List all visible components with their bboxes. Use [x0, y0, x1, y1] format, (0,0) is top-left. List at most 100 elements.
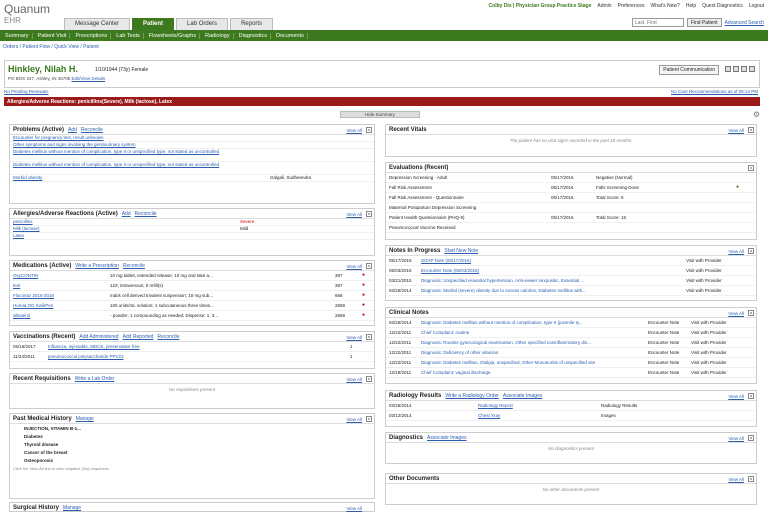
patient-dob: 1/10/1944 (73y) Female — [95, 67, 149, 73]
collapse-icon[interactable]: x — [748, 310, 754, 316]
quest-link[interactable]: Quest Diagnostics — [702, 3, 743, 9]
reconcile-vacc-link[interactable]: Reconcile — [157, 334, 179, 340]
meds-view-all[interactable]: View All — [346, 264, 362, 269]
hide-summary-button[interactable]: Hide Summary — [340, 111, 420, 118]
fax-icon[interactable] — [741, 66, 747, 72]
collapse-icon[interactable]: x — [748, 165, 754, 171]
pending-renewals[interactable]: No Pending Renewals — [4, 89, 49, 94]
eval-row: Maternal Postpartum Depression Screening — [386, 203, 756, 213]
collapse-icon[interactable]: x — [748, 127, 754, 133]
write-lab-order-link[interactable]: Write a Lab Order — [75, 376, 115, 382]
patient-communication-select[interactable]: Patient Communication — [659, 65, 719, 75]
add-reported-link[interactable]: Add Reported — [123, 334, 154, 340]
problem-row[interactable]: Other symptoms and signs involving the g… — [10, 142, 374, 149]
help-link[interactable]: Help — [686, 3, 696, 9]
preferences-link[interactable]: Preferences — [618, 3, 645, 9]
otherdocs-view-all[interactable]: View All — [728, 477, 744, 482]
write-prescription-link[interactable]: Write a Prescription — [75, 263, 119, 269]
logout-link[interactable]: Logout — [749, 3, 764, 9]
add-administered-link[interactable]: Add Administered — [79, 334, 118, 340]
vitals-view-all[interactable]: View All — [728, 128, 744, 133]
clin-title: Clinical Notes — [389, 310, 429, 316]
reconcile-allergy-link[interactable]: Reconcile — [135, 211, 157, 217]
nav-radiology[interactable]: Radiology — [202, 32, 234, 39]
patient-name: Hinkley, Nilah H. — [8, 64, 78, 74]
patient-header: Hinkley, Nilah H. PO BOX 247, Ashley, IN… — [4, 60, 760, 88]
rad-associate-images-link[interactable]: Associate Images — [503, 393, 542, 399]
whats-new-link[interactable]: What's New? — [651, 3, 680, 9]
stop-icon[interactable]: ● — [362, 313, 368, 318]
req-view-all[interactable]: View All — [346, 377, 362, 382]
collapse-icon[interactable]: x — [366, 416, 372, 422]
advanced-search-link[interactable]: Advanced Search — [725, 20, 764, 26]
breadcrumb[interactable]: Orders / Patient Flow / Quick View / Pat… — [3, 44, 99, 50]
care-recommendations[interactable]: No Care Recommendations as of 05:14 PM — [671, 89, 758, 94]
start-new-note-link[interactable]: Start New Note — [444, 248, 478, 254]
clin-view-all[interactable]: View All — [728, 311, 744, 316]
print-icon[interactable] — [733, 66, 739, 72]
nav-patient-visit[interactable]: Patient Visit — [35, 32, 71, 39]
edit-icon[interactable] — [725, 66, 731, 72]
edit-details-link[interactable]: Edit/View Details — [71, 76, 105, 81]
collapse-icon[interactable]: x — [748, 248, 754, 254]
nav-summary[interactable]: Summary — [2, 32, 33, 39]
stop-icon[interactable]: ● — [362, 283, 368, 288]
collapse-icon[interactable]: x — [748, 393, 754, 399]
pmh-list: INJECTION, VITAMIN B-1... Diabetes Thyro… — [24, 426, 81, 463]
pmh-manage-link[interactable]: Manage — [76, 416, 94, 422]
diag-view-all[interactable]: View All — [728, 436, 744, 441]
add-allergy-link[interactable]: Add — [122, 211, 131, 217]
header-tools — [725, 66, 755, 72]
surg-title: Surgical History — [13, 505, 60, 511]
admin-link[interactable]: Admin — [597, 3, 611, 9]
stop-icon[interactable]: ● — [362, 303, 368, 308]
collapse-icon[interactable]: x — [366, 334, 372, 340]
collapse-icon[interactable]: x — [366, 376, 372, 382]
nav-documents[interactable]: Documents — [273, 32, 308, 39]
eval-row: Fall Risk Assessment 05/17/2016 Falls Scre… — [386, 183, 756, 193]
diag-associate-images-link[interactable]: Associate Images — [427, 435, 466, 441]
tab-lab-orders[interactable]: Lab Orders — [176, 18, 229, 30]
vacc-row: 11/24/2011 pneumococcal polysaccharide PP… — [10, 352, 374, 362]
problem-row: Morbid obesity Galgali, Sudheendra — [10, 175, 374, 182]
collapse-icon[interactable]: x — [366, 211, 372, 217]
problem-row[interactable]: Diabetes mellitus without mention of com… — [10, 162, 374, 175]
stop-icon[interactable]: ● — [362, 293, 368, 298]
nav-prescriptions[interactable]: Prescriptions — [72, 32, 112, 39]
allergies-panel: Allergies/Adverse Reactions (Active) Add R… — [9, 208, 375, 256]
problems-view-all[interactable]: View All — [346, 128, 362, 133]
vacc-row: 05/16/2017 Influenza, injectable, MDCK, p… — [10, 342, 374, 352]
tab-message-center[interactable]: Message Center — [64, 18, 131, 30]
collapse-icon[interactable]: x — [366, 127, 372, 133]
reconcile-meds-link[interactable]: Reconcile — [123, 263, 145, 269]
stop-icon[interactable]: ● — [362, 273, 368, 278]
close-icon[interactable] — [749, 66, 755, 72]
clin-row: 12/22/2011 Diagnosis: Deficiency of other… — [386, 348, 756, 358]
add-problem-link[interactable]: Add — [68, 127, 77, 133]
comment-icon[interactable]: ● — [736, 185, 742, 190]
notes-view-all[interactable]: View All — [728, 249, 744, 254]
problem-row[interactable]: Encounter for pregnancy test, result unk… — [10, 135, 374, 142]
vacc-view-all[interactable]: View All — [346, 335, 362, 340]
tab-patient[interactable]: Patient — [132, 18, 175, 30]
tab-reports[interactable]: Reports — [230, 18, 274, 30]
vitals-title: Recent Vitals — [389, 127, 427, 133]
collapse-icon[interactable]: x — [748, 435, 754, 441]
eval-row: Patient Health Questionnaire (PHQ-9) 05/1… — [386, 213, 756, 223]
note-row: 05/03/2016 Encounter Note (05/03/2016) Vis… — [386, 266, 756, 276]
pmh-view-all[interactable]: View All — [346, 417, 362, 422]
allergies-view-all[interactable]: View All — [346, 212, 362, 217]
surg-manage-link[interactable]: Manage — [63, 505, 81, 511]
collapse-icon[interactable]: x — [748, 476, 754, 482]
find-patient-button[interactable]: Find Patient — [686, 18, 722, 27]
collapse-icon[interactable]: x — [366, 263, 372, 269]
reconcile-problems-link[interactable]: Reconcile — [81, 127, 103, 133]
problem-row[interactable]: Diabetes mellitus without mention of com… — [10, 149, 374, 162]
nav-flowsheets[interactable]: Flowsheets/Graphs — [146, 32, 201, 39]
gear-icon[interactable]: ⚙ — [753, 110, 760, 119]
write-radiology-order-link[interactable]: Write a Radiology Order — [445, 393, 499, 399]
nav-lab-tests[interactable]: Lab Tests — [113, 32, 144, 39]
rad-view-all[interactable]: View All — [728, 394, 744, 399]
nav-diagnostics[interactable]: Diagnostics — [236, 32, 272, 39]
patient-search-input[interactable] — [631, 18, 684, 27]
